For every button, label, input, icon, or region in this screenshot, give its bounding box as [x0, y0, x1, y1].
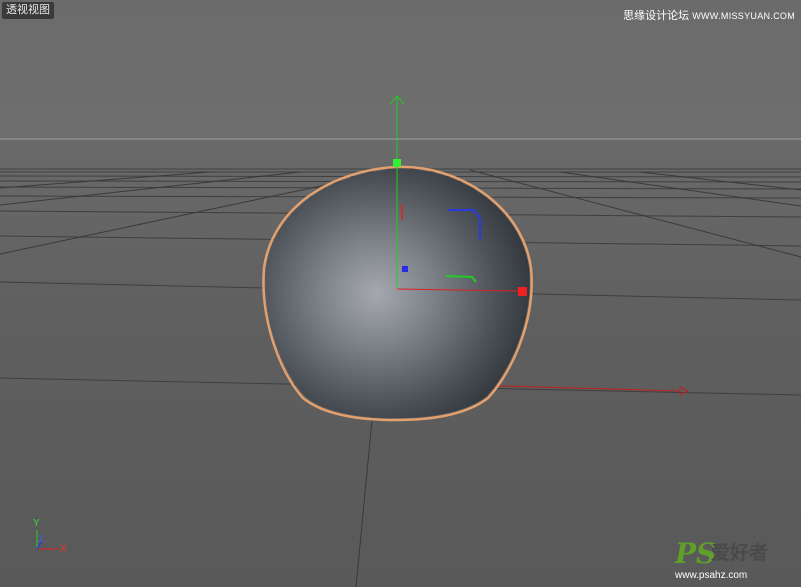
- x-axis-arrowhead: [679, 386, 690, 396]
- gizmo-x-handle[interactable]: [518, 287, 527, 296]
- gizmo-z-handle[interactable]: [402, 266, 408, 272]
- view-mode-label[interactable]: 透视视图: [2, 2, 54, 19]
- watermark-top: 思缘设计论坛 WWW.MISSYUAN.COM: [623, 7, 795, 23]
- scene-canvas[interactable]: [0, 0, 801, 587]
- world-axis-z-label: Z: [38, 534, 44, 544]
- gizmo-y-handle[interactable]: [393, 159, 401, 167]
- world-axis-y-label: Y: [33, 518, 40, 529]
- sphere-body[interactable]: [265, 168, 530, 418]
- sphere-object[interactable]: [262, 165, 533, 422]
- watermark-bottom-cn: 爱好者: [711, 543, 769, 564]
- watermark-bottom-url: www.psahz.com: [675, 570, 748, 581]
- perspective-viewport[interactable]: 透视视图 Y Z X 思缘设计论坛 WWW.MISSYUAN.COM PS 爱好…: [0, 0, 801, 587]
- watermark-top-site: WWW.MISSYUAN.COM: [692, 11, 795, 21]
- watermark-top-cn: 思缘设计论坛: [623, 10, 690, 22]
- watermark-bottom: PS 爱好者 www.psahz.com: [675, 539, 795, 585]
- world-axis-x-label: X: [60, 544, 67, 555]
